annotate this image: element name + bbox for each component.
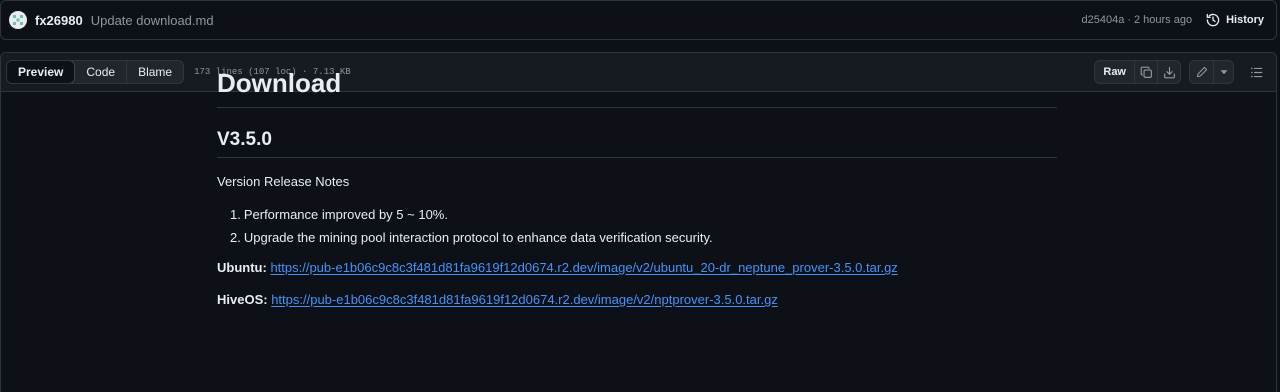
download-icon	[1163, 66, 1175, 78]
copy-raw-button[interactable]	[1134, 61, 1157, 83]
copy-icon	[1140, 66, 1152, 78]
list-item-number: 1.	[230, 207, 241, 222]
raw-actions-group: Raw	[1094, 60, 1181, 84]
outline-button[interactable]	[1244, 60, 1268, 84]
list-item-text: Performance improved by 5 ~ 10%.	[243, 207, 448, 222]
author-avatar[interactable]	[9, 11, 27, 29]
history-icon	[1206, 13, 1220, 27]
latest-commit-bar: fx26980 Update download.md d25404a · 2 h…	[0, 0, 1277, 40]
heading-version: V3.5.0	[217, 130, 1057, 158]
commit-sha[interactable]: d25404a	[1081, 14, 1124, 26]
commit-meta: d25404a · 2 hours ago History	[1081, 13, 1264, 27]
release-notes-title: Version Release Notes	[217, 174, 350, 189]
history-button[interactable]: History	[1206, 13, 1264, 27]
list-item: 2. Upgrade the mining pool interaction pr…	[230, 228, 1057, 248]
history-label: History	[1226, 14, 1264, 26]
list-item: 1. Performance improved by 5 ~ 10%.	[230, 205, 1057, 225]
tab-blame[interactable]: Blame	[126, 61, 183, 83]
tab-code[interactable]: Code	[75, 61, 126, 83]
list-item-text: Upgrade the mining pool interaction prot…	[243, 230, 713, 245]
edit-file-button[interactable]	[1190, 61, 1213, 83]
ubuntu-download-line: Ubuntu: https://pub-e1b06c9c8c3f481d81fa…	[217, 258, 1057, 278]
list-unordered-icon	[1250, 67, 1262, 77]
raw-button[interactable]: Raw	[1095, 61, 1134, 83]
commit-time: 2 hours ago	[1133, 14, 1193, 26]
download-raw-button[interactable]	[1157, 61, 1180, 83]
markdown-body: Download V3.5.0 Version Release Notes 1.…	[217, 70, 1057, 310]
view-mode-switcher: Preview Code Blame	[6, 60, 185, 84]
edit-more-options-button[interactable]	[1213, 61, 1233, 83]
hiveos-label: HiveOS:	[217, 292, 268, 307]
ubuntu-download-link[interactable]: https://pub-e1b06c9c8c3f481d81fa9619f12d…	[270, 260, 897, 275]
commit-message[interactable]: Update download.md	[91, 13, 214, 28]
commit-author[interactable]: fx26980	[35, 13, 83, 28]
list-item-number: 2.	[230, 230, 241, 245]
commit-separator: ·	[1127, 14, 1131, 26]
triangle-down-icon	[1220, 70, 1227, 75]
hiveos-download-link[interactable]: https://pub-e1b06c9c8c3f481d81fa9619f12d…	[271, 292, 778, 307]
edit-actions-group	[1189, 60, 1234, 84]
hiveos-download-line: HiveOS: https://pub-e1b06c9c8c3f481d81fa…	[217, 290, 1057, 310]
file-actions: Raw	[1094, 60, 1268, 84]
tab-preview[interactable]: Preview	[7, 61, 76, 83]
ubuntu-label: Ubuntu:	[217, 260, 267, 275]
heading-download: Download	[217, 70, 1057, 108]
release-notes-list: 1. Performance improved by 5 ~ 10%. 2. Upg…	[217, 205, 1057, 248]
avatar-identicon-icon	[11, 13, 25, 27]
pencil-icon	[1196, 66, 1207, 78]
